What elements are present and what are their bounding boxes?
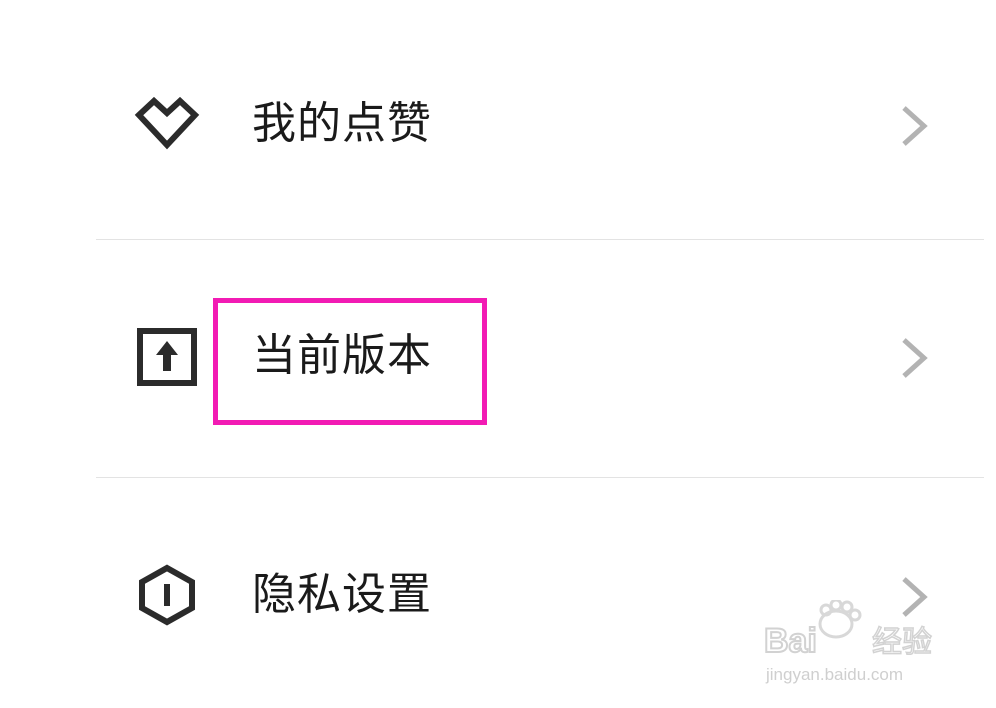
chevron-right-icon bbox=[896, 573, 932, 621]
settings-menu: 我的点赞 当前版本 隐私设置 Bai 经验 jingyan.baidu.com bbox=[0, 0, 996, 708]
menu-item-privacy-settings[interactable]: 隐私设置 bbox=[0, 537, 996, 657]
hexagon-shield-icon bbox=[134, 562, 200, 628]
divider bbox=[96, 477, 984, 478]
heart-diamond-icon bbox=[134, 91, 200, 157]
menu-item-label: 我的点赞 bbox=[252, 98, 432, 149]
menu-item-label: 当前版本 bbox=[252, 330, 432, 381]
chevron-right-icon bbox=[896, 334, 932, 382]
menu-item-label: 隐私设置 bbox=[252, 569, 432, 620]
svg-text:jingyan.baidu.com: jingyan.baidu.com bbox=[765, 665, 903, 684]
upload-box-icon bbox=[134, 323, 200, 389]
menu-item-current-version[interactable]: 当前版本 bbox=[0, 298, 996, 418]
menu-item-my-likes[interactable]: 我的点赞 bbox=[0, 66, 996, 186]
chevron-right-icon bbox=[896, 102, 932, 150]
divider bbox=[96, 239, 984, 240]
